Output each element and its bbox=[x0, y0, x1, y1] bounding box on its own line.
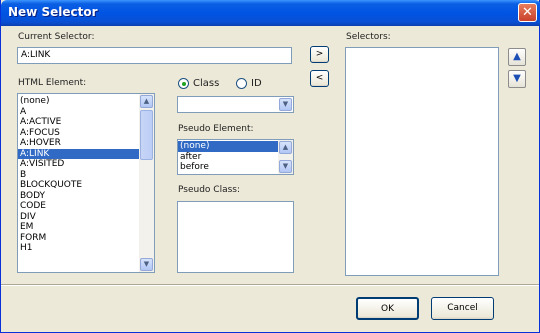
cancel-button-label: Cancel bbox=[447, 303, 478, 313]
current-selector-input[interactable]: A:LINK bbox=[17, 47, 292, 64]
up-arrow-icon: ▲ bbox=[513, 51, 521, 62]
class-radio-label[interactable]: Class bbox=[193, 78, 219, 89]
list-item[interactable]: A:ACTIVE bbox=[18, 117, 139, 128]
list-item[interactable]: DIV bbox=[18, 212, 139, 223]
id-radio-label[interactable]: ID bbox=[251, 78, 262, 89]
combobox-dropdown-button[interactable]: ▼ bbox=[279, 98, 292, 111]
list-item[interactable]: A:VISITED bbox=[18, 159, 139, 170]
footer-divider bbox=[1, 284, 539, 286]
current-selector-value: A:LINK bbox=[21, 50, 51, 60]
chevron-up-icon: ▲ bbox=[282, 143, 289, 151]
move-up-button[interactable]: ▲ bbox=[508, 48, 526, 66]
list-item[interactable]: (none) bbox=[178, 141, 278, 152]
id-radio[interactable] bbox=[236, 78, 247, 89]
scroll-up-button[interactable]: ▲ bbox=[140, 95, 153, 108]
list-item[interactable]: BODY bbox=[18, 191, 139, 202]
list-item[interactable]: A:FOCUS bbox=[18, 128, 139, 139]
list-item[interactable]: (none) bbox=[18, 96, 139, 107]
pseudo-class-label: Pseudo Class: bbox=[178, 185, 240, 195]
list-item[interactable]: FORM bbox=[18, 233, 139, 244]
pseudo-element-scrollbar[interactable]: ▲ ▼ bbox=[278, 140, 293, 174]
scroll-thumb[interactable] bbox=[140, 110, 153, 160]
chevron-up-icon: ▲ bbox=[143, 97, 150, 105]
chevron-down-icon: ▼ bbox=[282, 100, 289, 108]
html-element-list[interactable]: (none) A A:ACTIVE A:FOCUS A:HOVER A:LINK A:VIS… bbox=[17, 93, 155, 273]
scroll-up-button[interactable]: ▲ bbox=[279, 141, 292, 154]
cancel-button[interactable]: Cancel bbox=[431, 297, 494, 320]
window-title: New Selector bbox=[8, 5, 98, 19]
chevron-down-icon: ▼ bbox=[143, 260, 150, 268]
selectors-list[interactable] bbox=[345, 47, 499, 276]
current-selector-label: Current Selector: bbox=[18, 32, 95, 42]
pseudo-element-list[interactable]: (none) after before ▲ ▼ bbox=[177, 139, 294, 175]
add-selector-button[interactable]: > bbox=[310, 46, 329, 63]
close-button[interactable]: ✕ bbox=[518, 3, 537, 22]
down-arrow-icon: ▼ bbox=[513, 73, 521, 84]
html-element-items: (none) A A:ACTIVE A:FOCUS A:HOVER A:LINK A:VIS… bbox=[18, 96, 139, 254]
close-icon: ✕ bbox=[522, 5, 533, 20]
list-item[interactable]: before bbox=[178, 162, 278, 173]
list-item[interactable]: A:HOVER bbox=[18, 138, 139, 149]
dialog-window: New Selector ✕ Current Selector: A:LINK … bbox=[0, 0, 540, 333]
class-combobox[interactable]: ▼ bbox=[177, 96, 294, 113]
chevron-down-icon: ▼ bbox=[282, 162, 289, 170]
pseudo-class-list[interactable] bbox=[177, 201, 294, 273]
list-item[interactable]: BLOCKQUOTE bbox=[18, 180, 139, 191]
pseudo-element-label: Pseudo Element: bbox=[178, 124, 254, 134]
move-down-button[interactable]: ▼ bbox=[508, 70, 526, 88]
remove-selector-label: < bbox=[315, 73, 324, 83]
list-item[interactable]: CODE bbox=[18, 201, 139, 212]
title-bar[interactable]: New Selector ✕ bbox=[1, 0, 540, 26]
add-selector-label: > bbox=[315, 49, 324, 59]
ok-button[interactable]: OK bbox=[356, 297, 419, 320]
list-item[interactable]: B bbox=[18, 170, 139, 181]
scroll-down-button[interactable]: ▼ bbox=[140, 258, 153, 271]
pseudo-element-items: (none) after before bbox=[178, 141, 278, 173]
html-element-scrollbar[interactable]: ▲ ▼ bbox=[139, 94, 154, 272]
list-item[interactable]: EM bbox=[18, 222, 139, 233]
list-item[interactable]: after bbox=[178, 152, 278, 163]
selectors-label: Selectors: bbox=[346, 32, 391, 42]
list-item[interactable]: H1 bbox=[18, 243, 139, 254]
class-radio[interactable] bbox=[178, 78, 189, 89]
list-item[interactable]: A:LINK bbox=[18, 148, 139, 159]
ok-button-label: OK bbox=[381, 304, 394, 314]
list-item[interactable]: A bbox=[18, 107, 139, 118]
scroll-down-button[interactable]: ▼ bbox=[279, 160, 292, 173]
html-element-label: HTML Element: bbox=[18, 78, 87, 88]
remove-selector-button[interactable]: < bbox=[310, 70, 329, 87]
